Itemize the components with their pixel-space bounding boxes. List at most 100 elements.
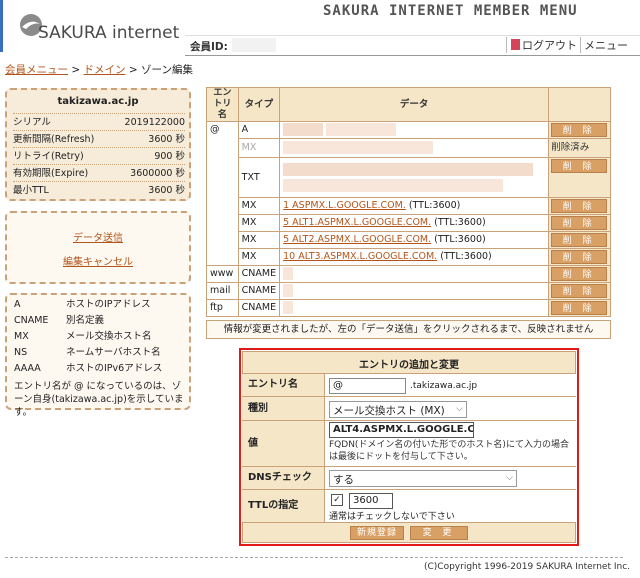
entry-name-suffix: .takizawa.ac.jp xyxy=(410,381,478,391)
unsaved-notice: 情報が変更されましたが、左の「データ送信」をクリックされるまで、反映されません xyxy=(206,320,611,339)
record-data-masked xyxy=(279,138,550,158)
table-row: MX 10 ALT3.ASPMX.L.GOOGLE.COM. (TTL:3600… xyxy=(207,248,611,266)
record-ttl: (TTL:3600) xyxy=(434,234,486,245)
record-type: TXT xyxy=(237,157,281,198)
table-row: www CNAME 削 除 xyxy=(206,265,611,283)
ttl-input[interactable]: 3600 xyxy=(349,493,393,509)
table-row: @ A 削 除 xyxy=(206,121,611,266)
record-data-link[interactable]: 5 ALT1.ASPMX.L.GOOGLE.COM. xyxy=(283,217,431,228)
delete-button[interactable]: 削 除 xyxy=(551,250,608,264)
legend-desc: ホストのIPv6アドレス xyxy=(66,363,163,374)
member-id-label: 会員ID: xyxy=(190,41,228,53)
copyright: (C)Copyright 1996-2019 SAKURA Internet I… xyxy=(424,562,631,572)
deleted-label: 削除済み xyxy=(551,142,590,153)
legend-desc: 別名定義 xyxy=(66,315,105,326)
value-input[interactable]: ALT4.ASPMX.L.GOOGLE.COM. xyxy=(329,422,474,438)
record-data-link[interactable]: 5 ALT2.ASPMX.L.GOOGLE.COM. xyxy=(283,234,431,245)
record-type-select[interactable]: メール交換ホスト (MX) ⌵ xyxy=(329,401,467,418)
legend-key: A xyxy=(14,299,21,310)
actions-panel xyxy=(5,211,191,284)
ttl-label: TTLの指定 xyxy=(242,490,324,522)
legend-key: AAAA xyxy=(14,363,41,374)
table-row: MX 5 ALT1.ASPMX.L.GOOGLE.COM. (TTL:3600)… xyxy=(207,214,611,232)
delete-button[interactable]: 削 除 xyxy=(551,284,608,298)
legend-desc: メール交換ホスト名 xyxy=(66,331,152,342)
record-ttl: (TTL:3600) xyxy=(440,251,492,262)
header-actions xyxy=(548,87,611,122)
menu-button[interactable]: メニュー xyxy=(580,37,628,53)
entry-name-cell: @ xyxy=(206,121,239,266)
table-row: MX 削除済み xyxy=(207,138,611,158)
header-type: タイプ xyxy=(237,87,281,122)
entry-name-cell: ftp xyxy=(206,299,239,317)
entry-name-label: エントリ名 xyxy=(242,374,324,396)
member-id-value-masked xyxy=(232,38,276,52)
zone-info-value: 3600 秒 xyxy=(148,185,185,196)
breadcrumb-domain[interactable]: ドメイン xyxy=(84,64,126,76)
table-row: ftp CNAME 削 除 xyxy=(206,299,611,317)
logo-text: SAKURA internet xyxy=(38,23,180,43)
breadcrumb-member-menu[interactable]: 会員メニュー xyxy=(5,64,68,76)
change-button[interactable]: 変 更 xyxy=(410,526,468,540)
footer-divider xyxy=(5,557,623,558)
zone-info-row: 有効期限(Expire) 3600000 秒 xyxy=(13,164,185,181)
record-type: MX xyxy=(237,231,281,249)
dns-check-select[interactable]: する ⌵ xyxy=(329,470,517,487)
form-divider xyxy=(242,522,576,523)
record-data-masked xyxy=(279,282,550,300)
record-type: MX xyxy=(237,248,281,266)
legend-item: AAAA ホストのIPv6アドレス xyxy=(14,361,162,377)
record-data-link[interactable]: 1 ASPMX.L.GOOGLE.COM. xyxy=(283,200,406,211)
table-row: MX 1 ASPMX.L.GOOGLE.COM. (TTL:3600) 削 除 xyxy=(207,197,611,215)
logout-button[interactable]: ログアウト xyxy=(506,37,577,53)
send-data-link[interactable]: データ送信 xyxy=(5,229,191,244)
type-label: 種別 xyxy=(242,397,324,420)
breadcrumb-separator: > xyxy=(128,64,138,76)
zone-info-row: シリアル 2019122000 xyxy=(13,113,185,130)
table-row: TXT 削 除 xyxy=(207,157,611,198)
zone-records-table: エントリ名 タイプ データ @ A 削 除 MX 削除済み TXT 削 除 MX… xyxy=(206,87,611,317)
delete-button[interactable]: 削 除 xyxy=(551,199,608,213)
entry-name-input[interactable]: @ xyxy=(329,378,406,394)
record-type: MX xyxy=(237,197,281,215)
legend-item: A ホストのIPアドレス xyxy=(14,297,151,313)
ttl-hint: 通常はチェックしないで下さい xyxy=(329,512,455,522)
legend-note: エントリ名が @ になっているのは、ゾーン自身(takizawa.ac.jp)を… xyxy=(14,381,184,418)
delete-button[interactable]: 削 除 xyxy=(551,267,608,281)
record-data-masked xyxy=(279,265,550,283)
record-data-link[interactable]: 10 ALT3.ASPMX.L.GOOGLE.COM. xyxy=(283,251,437,262)
legend-item: CNAME 別名定義 xyxy=(14,313,104,329)
delete-button[interactable]: 削 除 xyxy=(551,159,608,173)
record-ttl: (TTL:3600) xyxy=(434,217,486,228)
legend-desc: ホストのIPアドレス xyxy=(66,299,151,310)
logout-icon xyxy=(511,39,520,50)
zone-info-row: 最小TTL 3600 秒 xyxy=(13,181,185,198)
breadcrumb-separator: > xyxy=(71,64,81,76)
zone-info-label: リトライ(Retry) xyxy=(13,151,84,162)
record-type: CNAME xyxy=(237,299,281,317)
entry-name-cell: www xyxy=(206,265,239,283)
legend-key: MX xyxy=(14,331,29,342)
zone-domain-title: takizawa.ac.jp xyxy=(57,96,139,107)
header-entry-name: エントリ名 xyxy=(206,87,239,122)
zone-info-value: 2019122000 xyxy=(124,117,185,128)
header-data: データ xyxy=(279,87,550,122)
zone-info-value: 3600000 秒 xyxy=(130,168,185,179)
delete-button[interactable]: 削 除 xyxy=(551,301,608,315)
delete-button[interactable]: 削 除 xyxy=(551,233,608,247)
table-row: MX 5 ALT2.ASPMX.L.GOOGLE.COM. (TTL:3600)… xyxy=(207,231,611,249)
cancel-edit-link[interactable]: 編集キャンセル xyxy=(5,253,191,268)
record-data-masked xyxy=(279,299,550,317)
record-data-masked xyxy=(279,157,550,198)
logout-label: ログアウト xyxy=(522,39,577,52)
dns-check-selected: する xyxy=(333,474,354,486)
ttl-checkbox[interactable]: ✓ xyxy=(331,494,343,506)
zone-info-value: 3600 秒 xyxy=(148,134,185,145)
record-type: CNAME xyxy=(237,282,281,300)
zone-info-value: 900 秒 xyxy=(154,151,185,162)
delete-button[interactable]: 削 除 xyxy=(551,123,608,137)
delete-button[interactable]: 削 除 xyxy=(551,216,608,230)
register-new-button[interactable]: 新規登録 xyxy=(350,526,404,540)
record-type: A xyxy=(237,121,281,139)
entry-name-cell: mail xyxy=(206,282,239,300)
